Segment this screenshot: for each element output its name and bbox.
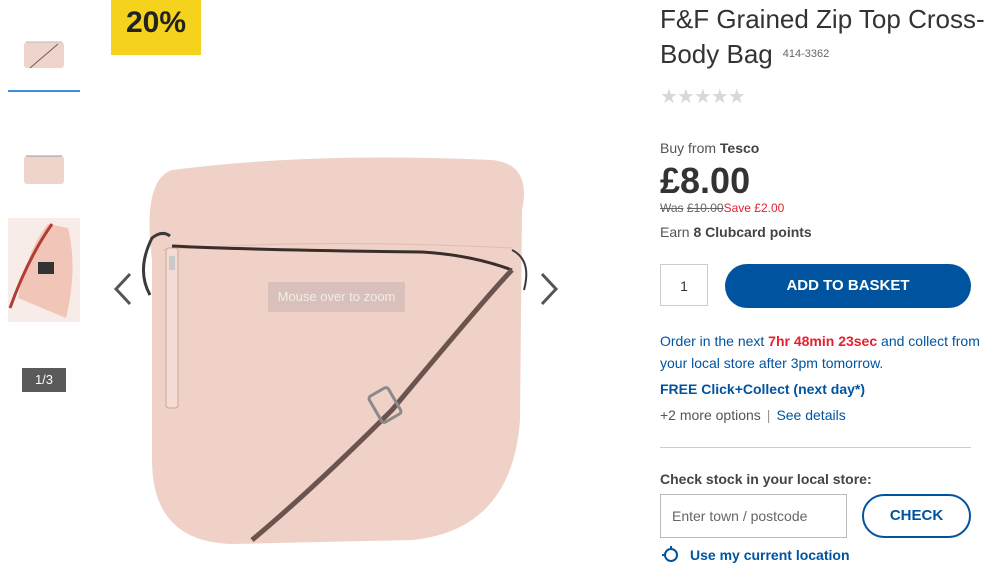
separator: | [766, 407, 771, 423]
zoom-hint: Mouse over to zoom [268, 282, 405, 312]
more-options-line: +2 more options | See details [660, 407, 846, 423]
free-click-collect: FREE Click+Collect (next day*) [660, 381, 866, 397]
add-to-basket-button[interactable]: ADD TO BASKET [725, 264, 971, 308]
see-details-link[interactable]: See details [776, 407, 845, 423]
previous-image-arrow[interactable] [108, 268, 138, 310]
order-countdown-message: Order in the next 7hr 48min 23sec and co… [660, 330, 980, 374]
countdown-timer: 7hr 48min 23sec [768, 333, 878, 349]
was-label: Was [660, 201, 684, 215]
image-counter: 1/3 [22, 368, 66, 392]
quantity-input[interactable]: 1 [660, 264, 708, 306]
price: £8.00 [660, 160, 751, 201]
product-title: F&F Grained Zip Top Cross-Body Bag 414-33… [660, 2, 990, 72]
use-location-text: Use my current location [690, 547, 850, 563]
check-stock-button[interactable]: CHECK [862, 494, 971, 538]
seller-name: Tesco [719, 140, 760, 156]
earn-label: Earn [660, 224, 690, 240]
product-sku: 414-3362 [782, 48, 830, 60]
was-price-line: Was £10.00Save £2.00 [660, 201, 784, 215]
clubcard-points: 8 Clubcard points [693, 224, 812, 240]
use-current-location-link[interactable]: Use my current location [662, 546, 850, 564]
more-options: +2 more options [660, 407, 761, 423]
chevron-left-icon [113, 272, 132, 306]
location-target-icon [662, 546, 678, 562]
save-amount: Save £2.00 [723, 201, 785, 215]
next-image-arrow[interactable] [534, 268, 564, 310]
thumbnail-active-indicator [8, 90, 80, 92]
chevron-right-icon [540, 272, 559, 306]
divider [660, 447, 971, 448]
order-prefix: Order in the next [660, 333, 765, 349]
rating-stars[interactable]: ★★★★★ [660, 84, 746, 109]
thumbnail-back[interactable] [8, 138, 80, 198]
was-price: £10.00 [686, 201, 724, 215]
location-input[interactable]: Enter town / postcode [660, 494, 847, 538]
discount-badge: 20% [111, 0, 201, 55]
thumbnail-front[interactable] [8, 22, 80, 82]
thumbnail-inside[interactable] [8, 218, 80, 322]
check-stock-label: Check stock in your local store: [660, 471, 872, 487]
clubcard-line: Earn 8 Clubcard points [660, 224, 812, 240]
seller-line: Buy from Tesco [660, 140, 759, 156]
buy-from-label: Buy from [660, 140, 717, 156]
